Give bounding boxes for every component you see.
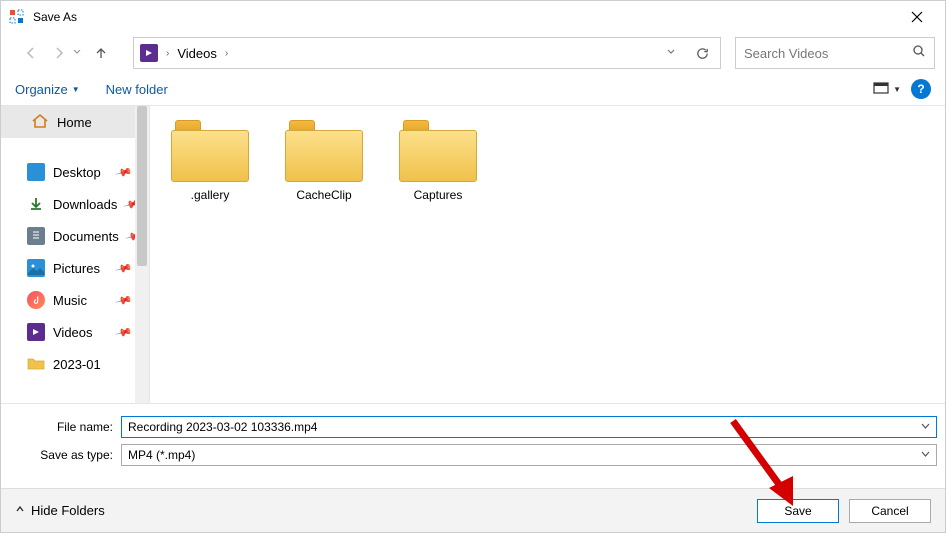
sidebar-item-downloads[interactable]: Downloads 📌: [1, 188, 149, 220]
download-icon: [27, 195, 45, 213]
sidebar-item-pictures[interactable]: Pictures 📌: [1, 252, 149, 284]
save-button[interactable]: Save: [757, 499, 839, 523]
desktop-icon: [27, 163, 45, 181]
address-segment[interactable]: Videos: [177, 46, 217, 61]
chevron-right-icon: ›: [166, 48, 169, 59]
view-icon: [873, 82, 891, 96]
dropdown-icon[interactable]: [921, 450, 930, 461]
address-dropdown-icon[interactable]: [666, 44, 676, 62]
sidebar-item-folder[interactable]: 2023-01: [1, 348, 149, 380]
pictures-icon: [27, 259, 45, 277]
organize-menu[interactable]: Organize ▼: [15, 82, 80, 97]
music-icon: [27, 291, 45, 309]
dropdown-icon: ▼: [893, 85, 901, 94]
document-icon: [27, 227, 45, 245]
bottom-form: File name: Save as type: MP4 (*.mp4): [1, 403, 945, 468]
navigation-row: › Videos › Search Videos: [1, 33, 945, 73]
sidebar-item-label: Downloads: [53, 197, 117, 212]
refresh-button[interactable]: [690, 41, 714, 65]
sidebar-item-label: Pictures: [53, 261, 100, 276]
folder-item[interactable]: .gallery: [166, 120, 254, 202]
sidebar-item-label: Desktop: [53, 165, 101, 180]
organize-label: Organize: [15, 82, 68, 97]
window-title: Save As: [33, 10, 77, 24]
filename-label: File name:: [1, 420, 121, 434]
filetype-value: MP4 (*.mp4): [128, 448, 195, 462]
scrollbar-thumb[interactable]: [137, 106, 147, 266]
sidebar-item-home[interactable]: Home: [1, 106, 149, 138]
file-grid[interactable]: .gallery CacheClip Captures: [149, 106, 945, 403]
folder-icon: [285, 120, 363, 182]
main-area: Home Desktop 📌 Downloads 📌 Documents 📌: [1, 105, 945, 403]
folder-icon: [399, 120, 477, 182]
dropdown-icon[interactable]: [921, 422, 930, 433]
sidebar-item-label: Music: [53, 293, 87, 308]
sidebar-item-label: Home: [57, 115, 92, 130]
sidebar-item-label: 2023-01: [53, 357, 101, 372]
folder-icon: [27, 355, 45, 373]
hide-folders-label: Hide Folders: [31, 503, 105, 518]
videos-icon: [27, 323, 45, 341]
address-bar[interactable]: › Videos ›: [133, 37, 721, 69]
folder-label: CacheClip: [296, 188, 351, 202]
title-bar: Save As: [1, 1, 945, 33]
new-folder-button[interactable]: New folder: [106, 82, 168, 97]
folder-icon: [171, 120, 249, 182]
location-icon: [140, 44, 158, 62]
filename-field[interactable]: [121, 416, 937, 438]
sidebar-scrollbar[interactable]: [135, 106, 149, 403]
caret-up-icon: [15, 504, 25, 517]
folder-item[interactable]: Captures: [394, 120, 482, 202]
home-icon: [31, 112, 49, 133]
pin-icon: 📌: [115, 163, 133, 181]
sidebar-item-label: Documents: [53, 229, 119, 244]
filename-input[interactable]: [128, 420, 921, 434]
sidebar: Home Desktop 📌 Downloads 📌 Documents 📌: [1, 106, 149, 403]
history-dropdown-icon[interactable]: [73, 48, 81, 59]
up-button[interactable]: [89, 41, 113, 65]
view-mode-button[interactable]: ▼: [873, 82, 901, 96]
sidebar-item-videos[interactable]: Videos 📌: [1, 316, 149, 348]
filetype-label: Save as type:: [1, 448, 121, 462]
new-folder-label: New folder: [106, 82, 168, 97]
help-button[interactable]: ?: [911, 79, 931, 99]
sidebar-item-music[interactable]: Music 📌: [1, 284, 149, 316]
folder-item[interactable]: CacheClip: [280, 120, 368, 202]
pin-icon: 📌: [115, 259, 133, 277]
chevron-right-icon: ›: [225, 48, 228, 59]
search-placeholder: Search Videos: [744, 46, 912, 61]
folder-label: .gallery: [191, 188, 230, 202]
hide-folders-button[interactable]: Hide Folders: [15, 503, 105, 518]
sidebar-item-label: Videos: [53, 325, 93, 340]
forward-button[interactable]: [47, 41, 71, 65]
toolbar: Organize ▼ New folder ▼ ?: [1, 73, 945, 105]
footer: Hide Folders Save Cancel: [1, 488, 945, 532]
back-button[interactable]: [19, 41, 43, 65]
pin-icon: 📌: [115, 323, 133, 341]
sidebar-item-desktop[interactable]: Desktop 📌: [1, 156, 149, 188]
app-icon: [9, 9, 25, 25]
pin-icon: 📌: [115, 291, 133, 309]
filetype-select[interactable]: MP4 (*.mp4): [121, 444, 937, 466]
search-box[interactable]: Search Videos: [735, 37, 935, 69]
dropdown-icon: ▼: [72, 85, 80, 94]
sidebar-item-documents[interactable]: Documents 📌: [1, 220, 149, 252]
cancel-button[interactable]: Cancel: [849, 499, 931, 523]
close-button[interactable]: [897, 1, 937, 33]
folder-label: Captures: [414, 188, 463, 202]
search-icon: [912, 44, 926, 63]
